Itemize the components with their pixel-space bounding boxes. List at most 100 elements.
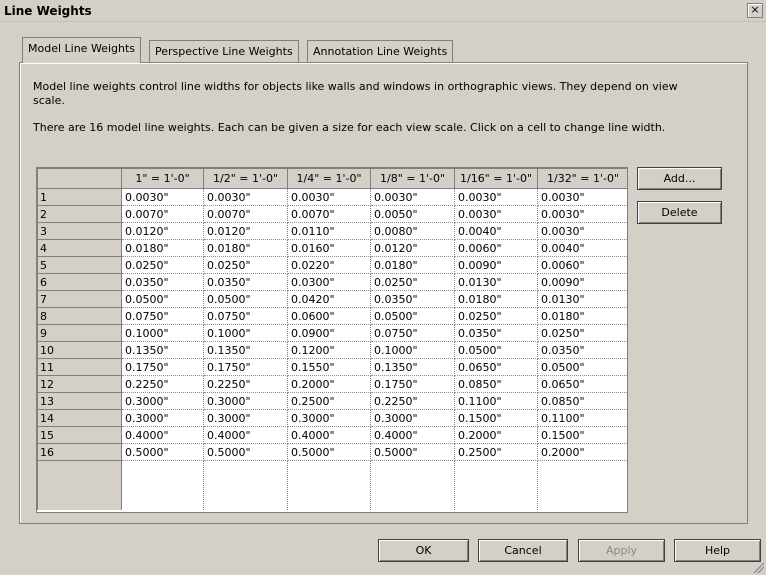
weight-cell[interactable]: 0.0420" (287, 290, 371, 308)
weight-cell[interactable]: 0.0030" (370, 188, 455, 206)
row-header[interactable]: 16 (37, 443, 122, 461)
weight-cell[interactable]: 0.0060" (537, 256, 627, 274)
weight-cell[interactable]: 0.1750" (370, 375, 455, 393)
row-header[interactable]: 10 (37, 341, 122, 359)
weight-cell[interactable]: 0.0130" (537, 290, 627, 308)
resize-grip-icon[interactable] (752, 561, 764, 573)
weight-cell[interactable]: 0.4000" (370, 426, 455, 444)
weight-cell[interactable]: 0.0030" (203, 188, 288, 206)
row-header[interactable]: 1 (37, 188, 122, 206)
add-button[interactable]: Add... (637, 167, 722, 190)
weight-cell[interactable]: 0.0030" (287, 188, 371, 206)
weight-cell[interactable]: 0.0500" (121, 290, 204, 308)
weight-cell[interactable]: 0.5000" (121, 443, 204, 461)
weight-cell[interactable]: 0.1000" (370, 341, 455, 359)
weight-cell[interactable]: 0.4000" (287, 426, 371, 444)
row-header[interactable]: 3 (37, 222, 122, 240)
weight-cell[interactable]: 0.0500" (370, 307, 455, 325)
ok-button[interactable]: OK (378, 539, 469, 562)
weight-cell[interactable]: 0.0160" (287, 239, 371, 257)
weight-cell[interactable]: 0.1200" (287, 341, 371, 359)
weight-cell[interactable]: 0.4000" (203, 426, 288, 444)
weight-cell[interactable]: 0.2000" (287, 375, 371, 393)
weight-cell[interactable]: 0.0500" (203, 290, 288, 308)
column-header[interactable]: 1/16" = 1'-0" (454, 168, 538, 189)
weight-cell[interactable]: 0.0750" (203, 307, 288, 325)
weight-cell[interactable]: 0.0030" (121, 188, 204, 206)
weight-cell[interactable]: 0.2500" (287, 392, 371, 410)
column-header[interactable]: 1/2" = 1'-0" (203, 168, 288, 189)
weight-cell[interactable]: 0.0060" (454, 239, 538, 257)
weight-cell[interactable]: 0.0500" (537, 358, 627, 376)
weight-cell[interactable]: 0.3000" (121, 409, 204, 427)
weight-cell[interactable]: 0.0650" (454, 358, 538, 376)
weight-cell[interactable]: 0.0350" (454, 324, 538, 342)
weight-cell[interactable]: 0.0090" (537, 273, 627, 291)
weight-cell[interactable]: 0.0180" (454, 290, 538, 308)
weight-cell[interactable]: 0.0110" (287, 222, 371, 240)
weight-cell[interactable]: 0.1100" (537, 409, 627, 427)
row-header[interactable]: 5 (37, 256, 122, 274)
row-header[interactable]: 7 (37, 290, 122, 308)
weight-cell[interactable]: 0.0030" (454, 188, 538, 206)
weight-cell[interactable]: 0.0120" (121, 222, 204, 240)
weight-cell[interactable]: 0.0180" (537, 307, 627, 325)
column-header[interactable]: 1/8" = 1'-0" (370, 168, 455, 189)
weight-cell[interactable]: 0.0070" (203, 205, 288, 223)
help-button[interactable]: Help (674, 539, 761, 562)
weight-cell[interactable]: 0.1750" (121, 358, 204, 376)
weight-cell[interactable]: 0.0050" (370, 205, 455, 223)
weight-cell[interactable]: 0.1350" (203, 341, 288, 359)
weight-cell[interactable]: 0.0300" (287, 273, 371, 291)
weight-cell[interactable]: 0.3000" (121, 392, 204, 410)
weight-cell[interactable]: 0.0350" (370, 290, 455, 308)
weight-cell[interactable]: 0.0040" (537, 239, 627, 257)
weight-cell[interactable]: 0.1500" (537, 426, 627, 444)
weight-cell[interactable]: 0.1750" (203, 358, 288, 376)
weight-cell[interactable]: 0.1550" (287, 358, 371, 376)
delete-button[interactable]: Delete (637, 201, 722, 224)
weight-cell[interactable]: 0.0650" (537, 375, 627, 393)
tab-annotation-line-weights[interactable]: Annotation Line Weights (307, 40, 454, 62)
weight-cell[interactable]: 0.4000" (121, 426, 204, 444)
weight-cell[interactable]: 0.3000" (370, 409, 455, 427)
column-header[interactable]: 1/32" = 1'-0" (537, 168, 627, 189)
row-header[interactable]: 14 (37, 409, 122, 427)
weight-cell[interactable]: 0.0350" (537, 341, 627, 359)
row-header[interactable]: 4 (37, 239, 122, 257)
weight-cell[interactable]: 0.0120" (203, 222, 288, 240)
weight-cell[interactable]: 0.0250" (370, 273, 455, 291)
weight-cell[interactable]: 0.0900" (287, 324, 371, 342)
column-header[interactable]: 1/4" = 1'-0" (287, 168, 371, 189)
weight-cell[interactable]: 0.0850" (454, 375, 538, 393)
close-icon[interactable]: × (747, 3, 763, 18)
weight-cell[interactable]: 0.0130" (454, 273, 538, 291)
weight-cell[interactable]: 0.2250" (203, 375, 288, 393)
row-header[interactable]: 13 (37, 392, 122, 410)
weight-cell[interactable]: 0.1350" (370, 358, 455, 376)
weight-cell[interactable]: 0.0080" (370, 222, 455, 240)
weight-cell[interactable]: 0.2250" (121, 375, 204, 393)
weight-cell[interactable]: 0.1350" (121, 341, 204, 359)
weight-cell[interactable]: 0.1000" (121, 324, 204, 342)
weight-cell[interactable]: 0.0040" (454, 222, 538, 240)
weight-cell[interactable]: 0.0070" (287, 205, 371, 223)
cancel-button[interactable]: Cancel (478, 539, 568, 562)
weight-cell[interactable]: 0.0250" (537, 324, 627, 342)
weight-cell[interactable]: 0.0070" (121, 205, 204, 223)
weight-cell[interactable]: 0.1100" (454, 392, 538, 410)
weight-cell[interactable]: 0.0750" (370, 324, 455, 342)
row-header[interactable]: 15 (37, 426, 122, 444)
column-header[interactable]: 1" = 1'-0" (121, 168, 204, 189)
weight-cell[interactable]: 0.3000" (203, 409, 288, 427)
weight-cell[interactable]: 0.0750" (121, 307, 204, 325)
weight-cell[interactable]: 0.0090" (454, 256, 538, 274)
weight-cell[interactable]: 0.0180" (203, 239, 288, 257)
row-header[interactable]: 8 (37, 307, 122, 325)
weight-cell[interactable]: 0.0250" (454, 307, 538, 325)
weight-cell[interactable]: 0.2000" (537, 443, 627, 461)
row-header[interactable]: 11 (37, 358, 122, 376)
weight-cell[interactable]: 0.5000" (287, 443, 371, 461)
weight-cell[interactable]: 0.0220" (287, 256, 371, 274)
row-header[interactable]: 2 (37, 205, 122, 223)
